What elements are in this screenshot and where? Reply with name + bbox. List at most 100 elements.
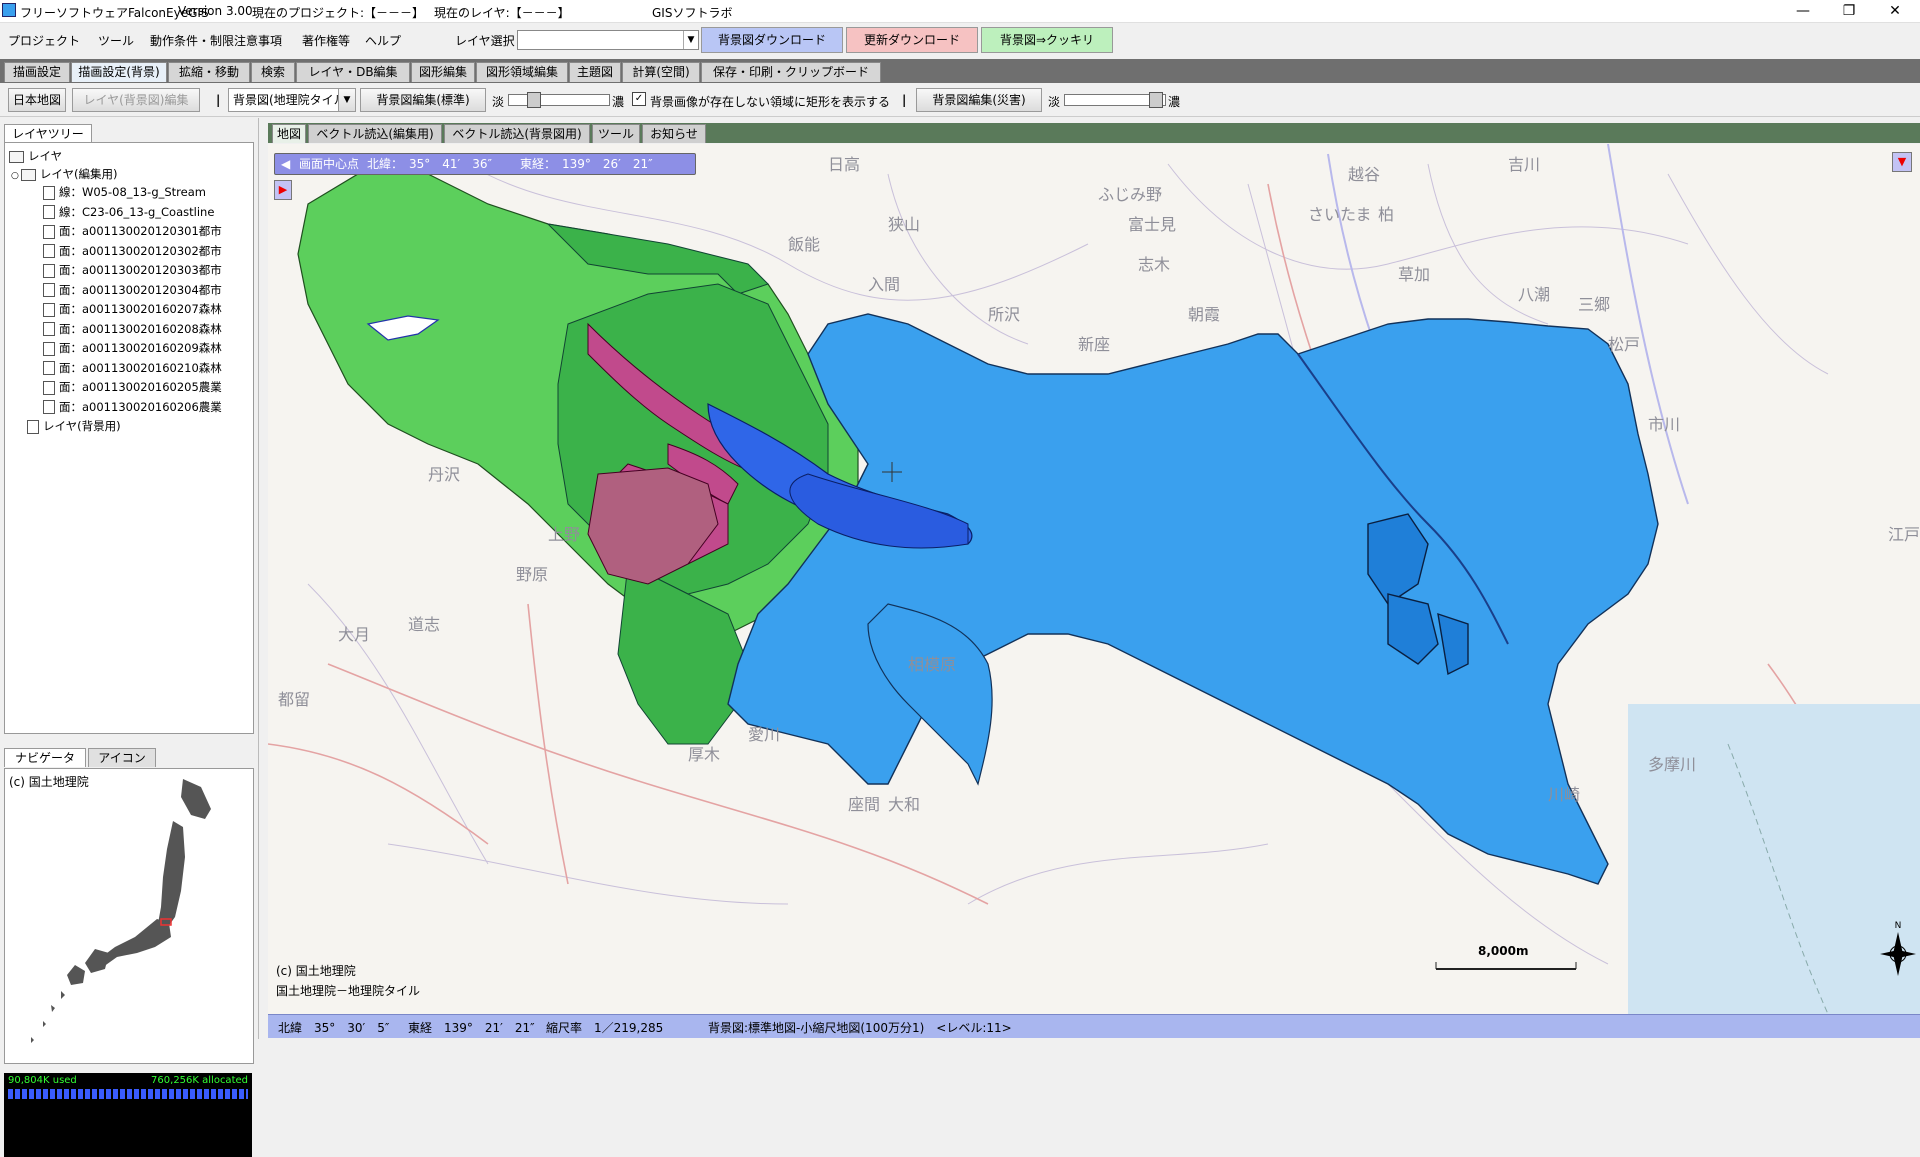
layer-item[interactable]: 面：a001130020160209森林 <box>43 339 222 357</box>
tab-thematic-map[interactable]: 主題図 <box>569 62 621 82</box>
menu-help[interactable]: ヘルプ <box>365 32 401 49</box>
navigator-minimap[interactable]: (c) 国土地理院 <box>4 768 254 1064</box>
layer-tree: レイヤ ○ レイヤ(編集用) 線：W05-08_13-g_Stream 線：C23-… <box>4 142 254 734</box>
tab-layer-db-edit[interactable]: レイヤ・DB編集 <box>296 62 410 82</box>
map-tabs: 地図 ベクトル読込(編集用) ベクトル読込(背景図用) ツール お知らせ <box>268 123 1920 143</box>
place-label: 入間 <box>868 275 900 294</box>
tab-news[interactable]: お知らせ <box>642 124 706 143</box>
tab-icon[interactable]: アイコン <box>88 748 156 767</box>
file-icon <box>43 400 55 414</box>
opacity-slider-standard[interactable] <box>508 92 610 108</box>
left-panel: レイヤツリー レイヤ ○ レイヤ(編集用) 線：W05-08_13-g_Strea… <box>0 118 259 1157</box>
bg-download-button[interactable]: 背景図ダウンロード <box>701 27 843 53</box>
close-icon[interactable]: ✕ <box>1872 0 1918 22</box>
japan-map-button[interactable]: 日本地図 <box>8 88 66 112</box>
tree-edit-group-label: レイヤ(編集用) <box>39 167 118 181</box>
separator: | <box>902 93 907 107</box>
memory-monitor: 90,804K used 760,256K allocated <box>4 1073 252 1157</box>
bg-edit-standard-button[interactable]: 背景図編集(標準) <box>360 88 486 112</box>
layer-item[interactable]: 面：a001130020120303都市 <box>43 261 222 279</box>
bg-sharp-button[interactable]: 背景図⇒クッキリ <box>981 27 1113 53</box>
expand-icon[interactable]: ○ <box>11 171 19 181</box>
slider-thumb[interactable] <box>527 92 541 108</box>
tab-navigator[interactable]: ナビゲータ <box>4 748 86 767</box>
place-label: 道志 <box>408 615 440 634</box>
tab-layer-tree[interactable]: レイヤツリー <box>4 124 92 143</box>
current-layer: 現在のレイヤ:【－－－】 <box>434 6 570 20</box>
tree-root[interactable]: レイヤ <box>9 147 62 165</box>
bg-select-dropdown[interactable]: 背景図(地理院タイル) <box>228 88 350 112</box>
menu-conditions[interactable]: 動作条件・制限注意事項 <box>150 32 282 49</box>
file-icon <box>43 185 55 200</box>
place-label: 八潮 <box>1518 285 1550 304</box>
layer-item[interactable]: 面：a001130020160208森林 <box>43 320 222 338</box>
place-label: 三郷 <box>1578 295 1610 314</box>
map-svg[interactable]: 日高 吉川越谷狭山飯能 ふじみ野富士見 さいたま入間 志木草加八潮三郷所沢 朝霞松戸 新座市… <box>268 144 1920 1014</box>
bg-edit-disaster-button[interactable]: 背景図編集(災害) <box>916 88 1042 112</box>
tab-search[interactable]: 検索 <box>251 62 295 82</box>
place-label: 越谷 <box>1348 165 1380 184</box>
place-label: 野原 <box>516 565 548 584</box>
tab-tools[interactable]: ツール <box>592 124 640 143</box>
show-rect-label: 背景画像が存在しない領域に矩形を表示する <box>650 95 891 109</box>
tree-bg-group[interactable]: レイヤ(背景用) <box>27 417 121 435</box>
menu-tools[interactable]: ツール <box>98 32 134 49</box>
layer-item[interactable]: 線：W05-08_13-g_Stream <box>43 183 206 201</box>
dropdown-toggle-icon[interactable]: ▼ <box>1892 152 1912 172</box>
layer-item[interactable]: 面：a001130020160206農業 <box>43 398 222 416</box>
tab-save-print[interactable]: 保存・印刷・クリップボード <box>701 62 881 82</box>
tab-draw-settings[interactable]: 描画設定 <box>4 62 70 82</box>
layer-bg-edit-button[interactable]: レイヤ(背景図)編集 <box>72 88 200 112</box>
update-download-button[interactable]: 更新ダウンロード <box>846 27 978 53</box>
tree-edit-group[interactable]: ○ レイヤ(編集用) <box>11 165 118 183</box>
file-icon <box>43 283 55 297</box>
layer-item[interactable]: 面：a001130020160205農業 <box>43 378 222 396</box>
dark-label: 濃 <box>612 95 625 109</box>
app-version: Version 3.00 <box>178 4 253 18</box>
layer-item[interactable]: 面：a001130020120304都市 <box>43 281 222 299</box>
tab-map[interactable]: 地図 <box>272 124 306 143</box>
place-label: 志木 <box>1138 255 1170 274</box>
place-label: 大和 <box>888 795 920 814</box>
minimize-icon[interactable]: — <box>1780 0 1826 22</box>
chevron-down-icon[interactable]: ▼ <box>338 88 356 112</box>
place-label: 吉川 <box>1508 155 1540 174</box>
status-scale: 縮尺率 1／219,285 <box>546 1021 664 1035</box>
tab-shape-area-edit[interactable]: 図形領域編集 <box>476 62 568 82</box>
place-label: 座間 <box>848 795 880 814</box>
file-icon <box>43 380 55 395</box>
layer-item[interactable]: 面：a001130020160210森林 <box>43 359 222 377</box>
tab-spatial-calc[interactable]: 計算(空間) <box>622 62 700 82</box>
layer-item-label: 面：a001130020160205農業 <box>59 380 222 394</box>
layer-item[interactable]: 面：a001130020120302都市 <box>43 242 222 260</box>
layer-item[interactable]: 面：a001130020120301都市 <box>43 222 222 240</box>
layer-item-label: 線：C23-06_13-g_Coastline <box>59 204 215 219</box>
layer-item[interactable]: 面：a001130020160207森林 <box>43 300 222 318</box>
function-tabs: 描画設定 描画設定(背景) 拡縮・移動 検索 レイヤ・DB編集 図形編集 図形領… <box>0 59 1920 83</box>
tab-draw-settings-bg[interactable]: 描画設定(背景) <box>71 62 167 82</box>
tab-shape-edit[interactable]: 図形編集 <box>411 62 475 82</box>
chevron-down-icon[interactable]: ▼ <box>683 31 698 49</box>
tab-vector-load-edit[interactable]: ベクトル読込(編集用) <box>308 124 442 143</box>
layer-item-label: 面：a001130020120302都市 <box>59 243 222 258</box>
show-rect-checkbox[interactable]: ✓ <box>632 92 646 106</box>
tab-vector-load-bg[interactable]: ベクトル読込(背景図用) <box>444 124 590 143</box>
menu-copyright[interactable]: 著作権等 <box>302 32 350 49</box>
center-label: 画面中心点 <box>299 157 360 171</box>
menu-project[interactable]: プロジェクト <box>8 32 80 49</box>
opacity-slider-disaster[interactable] <box>1064 92 1166 108</box>
tab-zoom-move[interactable]: 拡縮・移動 <box>168 62 250 82</box>
maximize-icon[interactable]: ❐ <box>1826 0 1872 22</box>
place-label: 狭山 <box>888 215 920 234</box>
collapse-left-icon[interactable]: ◀ <box>281 154 290 174</box>
menu-bar: プロジェクト ツール 動作条件・制限注意事項 著作権等 ヘルプ レイヤ選択 ▼ … <box>0 23 1920 56</box>
layer-item[interactable]: 線：C23-06_13-g_Coastline <box>43 203 214 221</box>
play-icon[interactable]: ▶ <box>274 180 292 200</box>
map-canvas[interactable]: 日高 吉川 越谷 狭山 飯能 ふじみ野 富士見 さいたま 入間 志木 草加 八潮 三郷 所沢 朝霞 松戸 新座市… <box>268 144 1920 1014</box>
layer-select-dropdown[interactable]: ▼ <box>517 30 699 50</box>
bay-water <box>1628 704 1920 1014</box>
slider-thumb[interactable] <box>1149 92 1163 108</box>
tree-bg-group-label: レイヤ(背景用) <box>43 419 121 433</box>
place-label: ふじみ野 <box>1098 185 1162 204</box>
place-label: 富士見 <box>1128 215 1176 234</box>
